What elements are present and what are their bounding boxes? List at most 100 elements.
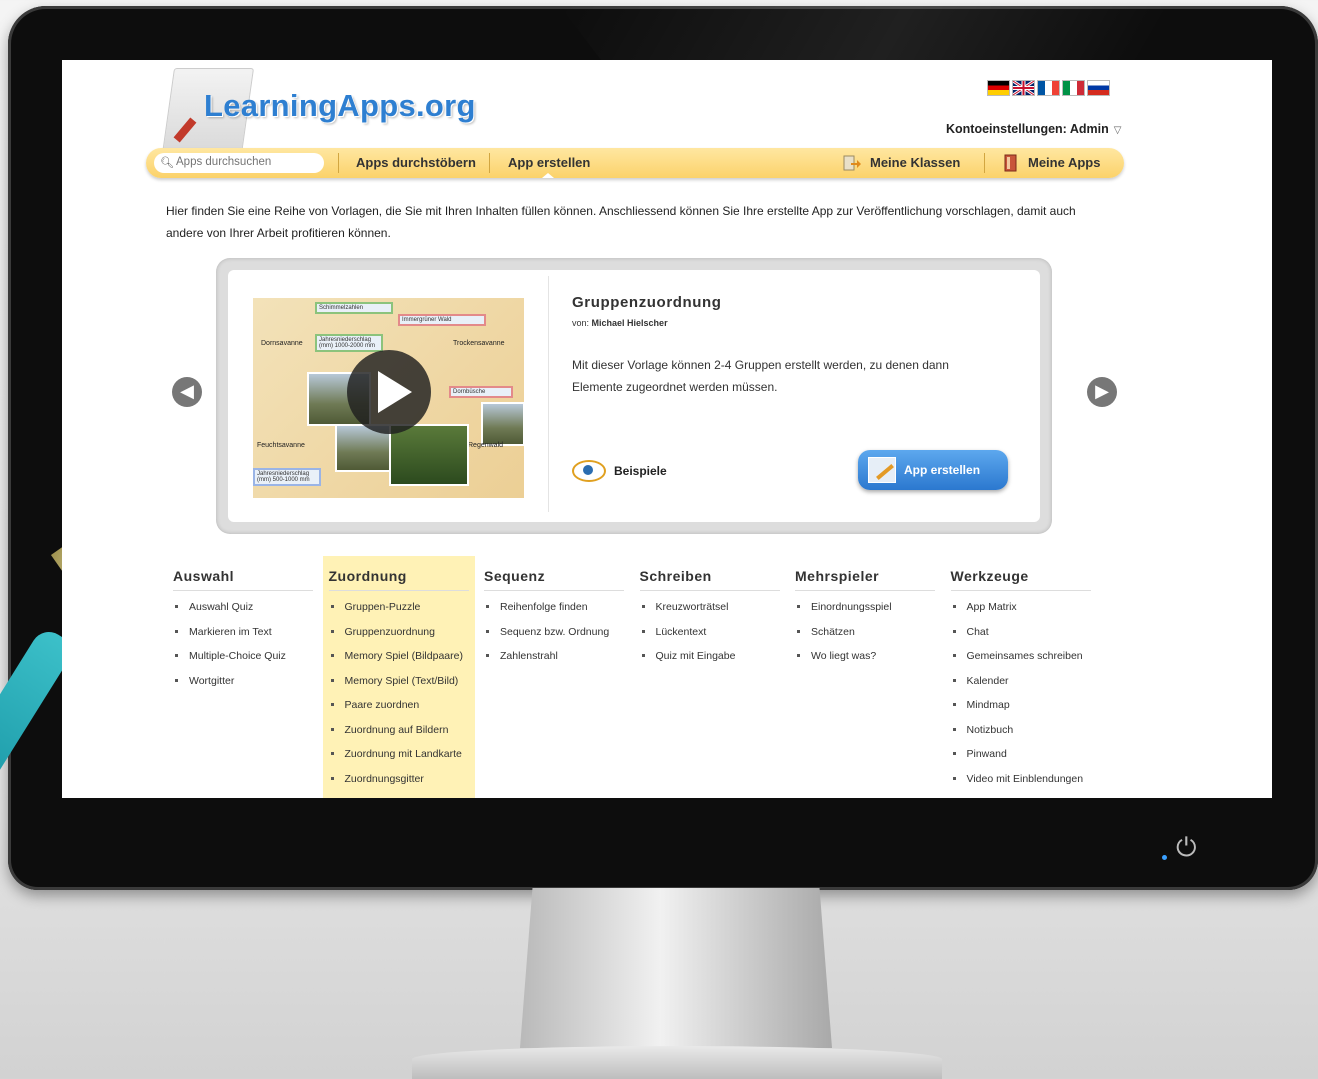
category-title: Zuordnung: [328, 568, 469, 591]
template-link[interactable]: Quiz mit Eingabe: [640, 649, 735, 674]
category-title: Mehrspieler: [795, 568, 935, 591]
search-box[interactable]: 🔍︎: [154, 153, 324, 173]
nav-my-classes[interactable]: Meine Klassen: [870, 155, 960, 170]
template-link[interactable]: Zahlenstrahl: [484, 649, 609, 674]
thumb-label: Regenwald: [468, 442, 504, 449]
template-categories: Auswahl Auswahl Quiz Markieren im Text Mult…: [167, 556, 1167, 798]
category-title: Schreiben: [639, 568, 780, 591]
main-navbar: 🔍︎ Apps durchstöbern App erstellen Meine…: [146, 148, 1124, 178]
template-link[interactable]: Pinwand: [951, 747, 1084, 772]
carousel-card: Schimmelzahlen Immergrüner Wald Dornsava…: [228, 270, 1040, 522]
power-icon[interactable]: ⏻: [1176, 833, 1197, 864]
template-link[interactable]: Schätzen: [795, 625, 892, 650]
language-flags: [987, 79, 1110, 97]
german-flag[interactable]: [987, 80, 1010, 96]
monitor-stand: [520, 888, 832, 1048]
search-input[interactable]: [174, 155, 318, 169]
template-link[interactable]: Kreuzworträtsel: [640, 600, 736, 625]
intro-text: Hier finden Sie eine Reihe von Vorlagen,…: [166, 204, 1076, 240]
carousel-divider: [548, 276, 549, 512]
template-link[interactable]: Gruppen-Puzzle: [329, 600, 463, 625]
featured-title: Gruppenzuordnung: [572, 294, 722, 311]
category-zuordnung: Zuordnung Gruppen-Puzzle Gruppenzuordnung M…: [322, 556, 475, 798]
category-list: App Matrix Chat Gemeinsames schreiben Kalen…: [951, 600, 1084, 797]
dropdown-caret-icon: ▽: [1113, 125, 1122, 136]
featured-video-thumbnail[interactable]: Schimmelzahlen Immergrüner Wald Dornsava…: [253, 298, 524, 498]
template-link[interactable]: Auswahl Quiz: [173, 600, 286, 625]
template-link[interactable]: Einordnungsspiel: [795, 600, 892, 625]
template-link[interactable]: Wo liegt was?: [795, 649, 892, 674]
thumb-tile: Jahresniederschlag (mm) 500-1000 mm: [253, 468, 321, 486]
author-name: Michael Hielscher: [591, 318, 668, 328]
template-link[interactable]: Video mit Einblendungen: [951, 772, 1083, 797]
italian-flag[interactable]: [1062, 80, 1085, 96]
template-link[interactable]: Wortgitter: [173, 674, 286, 699]
thumb-tile: Schimmelzahlen: [315, 302, 393, 314]
eye-icon: [572, 460, 606, 482]
category-sequenz: Sequenz Reihenfolge finden Sequenz bzw. Or…: [478, 556, 630, 798]
category-list: Reihenfolge finden Sequenz bzw. Ordnung Za…: [484, 600, 609, 674]
template-link[interactable]: Sequenz bzw. Ordnung: [484, 625, 609, 650]
account-label: Kontoeinstellungen: Admin: [946, 122, 1109, 136]
carousel-prev-arrow-icon[interactable]: ◀: [172, 377, 202, 407]
category-title: Auswahl: [173, 568, 313, 591]
power-led: [1162, 855, 1167, 860]
nav-separator: [489, 153, 490, 173]
template-link[interactable]: Markieren im Text: [173, 625, 286, 650]
template-link[interactable]: Paare zuordnen: [329, 698, 463, 723]
category-title: Werkzeuge: [950, 568, 1091, 591]
nav-create-app[interactable]: App erstellen: [508, 155, 590, 170]
template-link[interactable]: Memory Spiel (Text/Bild): [329, 674, 463, 699]
thumb-label: Dornsavanne: [261, 340, 303, 347]
template-link[interactable]: Gemeinsames schreiben: [951, 649, 1084, 674]
featured-description: Mit dieser Vorlage können 2-4 Gruppen er…: [572, 358, 949, 394]
my-apps-icon: [1004, 154, 1017, 172]
template-link[interactable]: App Matrix: [951, 600, 1084, 625]
french-flag[interactable]: [1037, 80, 1060, 96]
category-schreiben: Schreiben Kreuzworträtsel Lückentext Quiz m…: [634, 556, 786, 798]
template-link[interactable]: Reihenfolge finden: [484, 600, 609, 625]
create-app-label: App erstellen: [904, 463, 981, 477]
play-icon[interactable]: [347, 350, 431, 434]
category-mehrspieler: Mehrspieler Einordnungsspiel Schätzen Wo li…: [789, 556, 941, 798]
template-link[interactable]: Memory Spiel (Bildpaare): [329, 649, 463, 674]
search-icon: 🔍︎: [160, 156, 174, 169]
template-link[interactable]: Zuordnung auf Bildern: [329, 723, 463, 748]
monitor-base: [412, 1046, 942, 1079]
edit-template-icon: [868, 457, 896, 483]
template-link[interactable]: Zuordnung mit Landkarte: [329, 747, 463, 772]
create-app-button[interactable]: App erstellen: [858, 450, 1008, 490]
uk-flag[interactable]: [1012, 79, 1035, 97]
nav-browse-apps[interactable]: Apps durchstöbern: [356, 155, 476, 170]
author-prefix: von:: [572, 318, 590, 328]
template-link[interactable]: Multiple-Choice Quiz: [173, 649, 286, 674]
category-werkzeuge: Werkzeuge App Matrix Chat Gemeinsames schre…: [945, 556, 1097, 798]
template-link[interactable]: Gruppenzuordnung: [329, 625, 463, 650]
active-tab-indicator: [542, 173, 554, 178]
nav-separator: [338, 153, 339, 173]
carousel-next-arrow-icon[interactable]: ▶: [1087, 377, 1117, 407]
template-link[interactable]: Notizbuch: [951, 723, 1084, 748]
examples-label: Beispiele: [614, 464, 667, 478]
category-list: Kreuzworträtsel Lückentext Quiz mit Eingab…: [640, 600, 736, 674]
thumb-photo: [481, 402, 524, 446]
template-link[interactable]: Lückentext: [640, 625, 736, 650]
template-link[interactable]: Kalender: [951, 674, 1084, 699]
logo-text: LearningApps.org: [204, 88, 476, 123]
russian-flag[interactable]: [1087, 80, 1110, 96]
nav-my-apps[interactable]: Meine Apps: [1028, 155, 1100, 170]
featured-author: von: Michael Hielscher: [572, 318, 668, 328]
category-auswahl: Auswahl Auswahl Quiz Markieren im Text Mult…: [167, 556, 319, 798]
site-logo[interactable]: LearningApps.org: [160, 68, 490, 154]
examples-link[interactable]: Beispiele: [572, 460, 667, 482]
category-list: Einordnungsspiel Schätzen Wo liegt was?: [795, 600, 892, 674]
template-link[interactable]: Zuordnungsgitter: [329, 772, 463, 797]
account-settings[interactable]: Kontoeinstellungen: Admin ▽: [946, 122, 1121, 136]
template-link[interactable]: Mindmap: [951, 698, 1084, 723]
classes-icon: [843, 155, 861, 171]
thumb-tile: Dornbüsche: [449, 386, 513, 398]
nav-separator: [984, 153, 985, 173]
thumb-label: Trockensavanne: [453, 340, 505, 347]
featured-carousel: Schimmelzahlen Immergrüner Wald Dornsava…: [216, 258, 1052, 534]
template-link[interactable]: Chat: [951, 625, 1084, 650]
